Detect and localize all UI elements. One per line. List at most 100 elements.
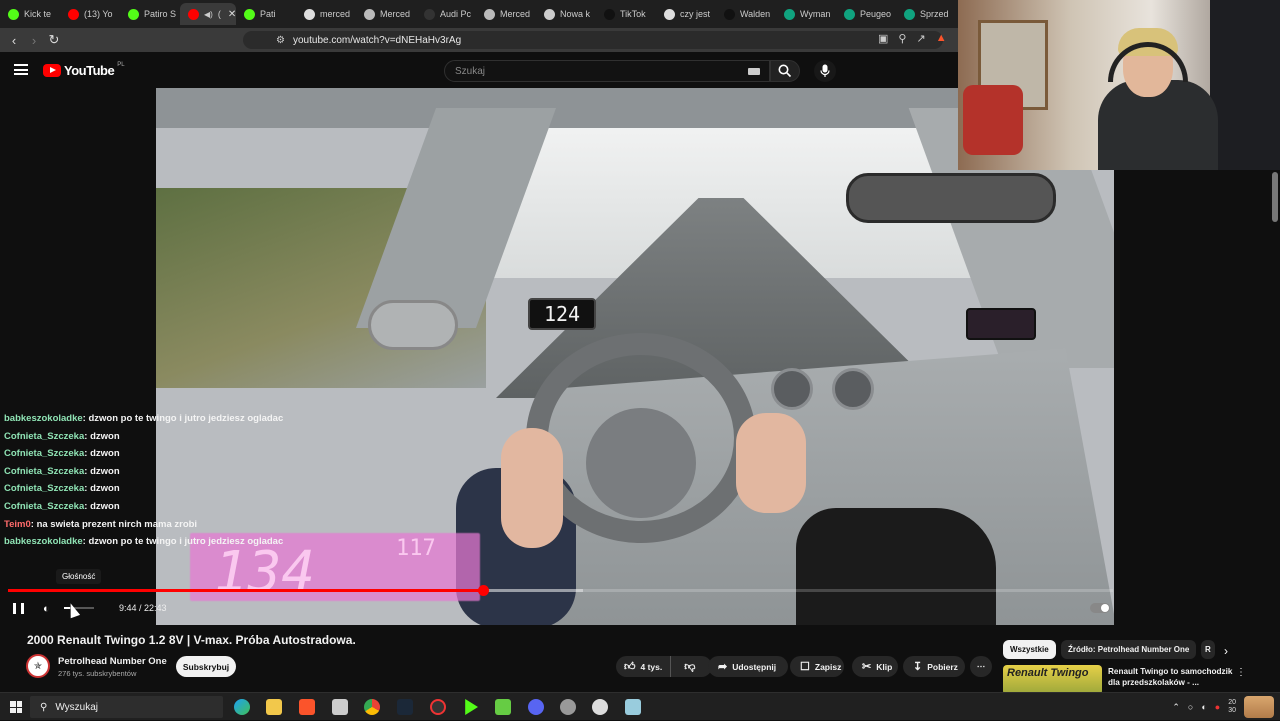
zoom-icon[interactable]: ⚲	[898, 32, 906, 45]
search-button[interactable]	[770, 60, 800, 82]
chevron-right-icon[interactable]: ›	[1224, 644, 1228, 658]
search-icon	[778, 64, 792, 78]
browser-tab[interactable]: Kick te	[0, 3, 60, 25]
browser-tab[interactable]: Sprzed	[896, 3, 956, 25]
app-icon-3[interactable]	[560, 699, 576, 715]
youtube-logo[interactable]: YouTube PL	[43, 61, 125, 78]
file-explorer-icon[interactable]	[266, 699, 282, 715]
discord-icon[interactable]	[528, 699, 544, 715]
recording-app-icon[interactable]	[430, 699, 446, 715]
air-vent-left	[771, 368, 813, 410]
browser-tab[interactable]: Merced	[356, 3, 416, 25]
browser-tab[interactable]: TikTok	[596, 3, 656, 25]
share-button[interactable]: ➦ Udostępnij	[708, 656, 788, 677]
hamburger-menu-icon[interactable]	[14, 64, 28, 75]
reload-icon[interactable]: ↻	[44, 32, 64, 48]
browser-tab[interactable]: czy jest	[656, 3, 716, 25]
share-page-icon[interactable]: ↗	[916, 32, 925, 45]
chat-text: dzwon	[90, 483, 120, 495]
play-app-icon[interactable]	[465, 699, 478, 715]
reader-mode-icon[interactable]: ▣	[878, 32, 888, 45]
browser-tab[interactable]: merced	[296, 3, 356, 25]
speaker-icon[interactable]: ◐	[1201, 702, 1206, 712]
chat-message: babkeszokoladke: dzwon po te twingo i ju…	[4, 536, 284, 548]
microphone-icon[interactable]: ○	[1188, 702, 1193, 712]
tab-audio-icon[interactable]: ◀)	[204, 10, 213, 19]
region-code: PL	[117, 61, 125, 68]
chat-message: babkeszokoladke: dzwon po te twingo i ju…	[4, 413, 284, 424]
dislike-button[interactable]: 👎︎	[676, 660, 703, 673]
tab-favicon-icon	[664, 8, 675, 20]
download-label: Pobierz	[927, 661, 958, 672]
chip-all[interactable]: Wszystkie	[1003, 640, 1056, 659]
steam-icon[interactable]	[397, 699, 413, 715]
chip-next[interactable]: R	[1201, 640, 1215, 659]
taskbar-search[interactable]: ⚲ Wyszukaj	[30, 696, 223, 718]
brave-shield-icon[interactable]: ▲	[936, 32, 947, 45]
video-title: 2000 Renault Twingo 1.2 8V | V-max. Prób…	[27, 633, 356, 647]
subscriber-count: 276 tys. subskrybentów	[58, 669, 137, 678]
app-icon[interactable]	[332, 699, 348, 715]
bookmark-icon: ☐	[800, 661, 810, 673]
notification-icon[interactable]: ●	[1215, 702, 1220, 712]
chat-text: na swieta prezent nirch mama zrobi	[36, 518, 198, 530]
chrome-icon[interactable]	[364, 699, 380, 715]
tab-close-icon[interactable]: ✕	[228, 9, 236, 20]
driver-jacket	[796, 508, 996, 625]
tray-clock[interactable]: 20 30	[1228, 699, 1236, 715]
voice-search-button[interactable]	[814, 60, 836, 82]
browser-tab[interactable]: Audi Pc	[416, 3, 476, 25]
more-vertical-icon[interactable]: ⋮	[1236, 667, 1246, 678]
channel-avatar[interactable]: ✯	[26, 654, 50, 678]
browser-tab[interactable]: Merced	[476, 3, 536, 25]
like-button[interactable]: 👍︎ 4 tys.	[616, 656, 672, 677]
mouse-cursor	[65, 601, 81, 619]
pause-icon[interactable]	[13, 603, 24, 614]
app-icon-2[interactable]	[495, 699, 511, 715]
subscribe-button[interactable]: Subskrybuj	[176, 656, 236, 677]
autoplay-toggle[interactable]	[1090, 603, 1110, 613]
chevron-up-icon[interactable]: ⌃	[1172, 702, 1180, 713]
browser-tab[interactable]: (13) Yo	[60, 3, 120, 25]
back-icon[interactable]: ‹	[4, 33, 24, 48]
recommendation-title[interactable]: Renault Twingo to samochodzik dla przeds…	[1108, 666, 1236, 688]
recommendation-thumbnail[interactable]: Renault Twingo	[1003, 665, 1102, 695]
edge-icon[interactable]	[234, 699, 250, 715]
browser-tab[interactable]: Nowa k	[536, 3, 596, 25]
youtube-header: YouTube PL Szukaj	[0, 52, 960, 88]
keyboard-icon[interactable]	[748, 68, 760, 75]
chat-username: Cofnieta_Szczeka	[4, 430, 85, 442]
app-icon-5[interactable]	[625, 699, 641, 715]
browser-tab[interactable]: Patiro S	[120, 3, 180, 25]
forward-icon[interactable]: ›	[24, 33, 44, 48]
clip-button[interactable]: ✂ Klip	[852, 656, 898, 677]
more-actions-button[interactable]: ⋯	[970, 656, 992, 677]
side-mirror	[368, 300, 458, 350]
app-icon-4[interactable]	[592, 699, 608, 715]
brave-icon[interactable]	[299, 699, 315, 715]
address-bar[interactable]: ⚙ youtube.com/watch?v=dNEHaHv3rAg	[243, 31, 943, 49]
tab-favicon-icon	[128, 8, 139, 20]
time-display: 9:44 / 22:43	[119, 603, 167, 613]
channel-name[interactable]: Petrolhead Number One	[58, 656, 167, 667]
browser-tab[interactable]: Pati	[236, 3, 296, 25]
rearview-mirror	[846, 173, 1056, 223]
save-button[interactable]: ☐ Zapisz	[790, 656, 844, 677]
browser-tab[interactable]: Peugeo	[836, 3, 896, 25]
browser-tab[interactable]: ◀) (✕	[180, 3, 236, 25]
save-label: Zapisz	[814, 661, 842, 672]
windows-taskbar: ⚲ Wyszukaj ⌃ ○ ◐ ● 20 30	[0, 692, 1280, 720]
progress-bar[interactable]	[8, 585, 1113, 596]
site-info-icon[interactable]: ⚙	[276, 35, 285, 46]
download-button[interactable]: ↧ Pobierz	[903, 656, 965, 677]
volume-icon[interactable]: ◐	[43, 603, 50, 615]
windows-start-icon[interactable]	[10, 701, 22, 713]
page-scrollbar[interactable]	[1272, 172, 1278, 222]
chip-source[interactable]: Źródło: Petrolhead Number One	[1061, 640, 1197, 659]
search-input[interactable]: Szukaj	[444, 60, 770, 82]
browser-tab[interactable]: Walden	[716, 3, 776, 25]
tab-favicon-icon	[68, 8, 79, 20]
tab-label: (13) Yo	[84, 9, 113, 19]
browser-tab[interactable]: Wyman	[776, 3, 836, 25]
tab-favicon-icon	[304, 8, 315, 20]
